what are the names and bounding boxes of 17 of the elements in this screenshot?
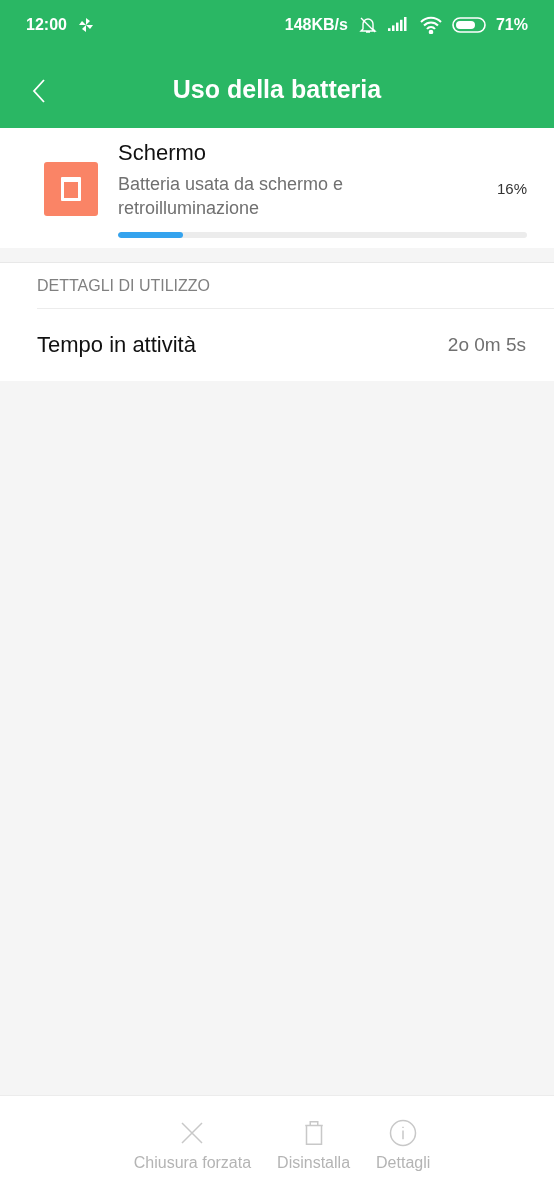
section-header: DETTAGLI DI UTILIZZO <box>37 263 554 309</box>
battery-percent: 71% <box>495 16 528 34</box>
wifi-icon <box>419 16 442 34</box>
screen-app-icon <box>44 162 98 216</box>
usage-percent: 16% <box>496 180 527 199</box>
info-icon <box>388 1118 419 1148</box>
battery-icon <box>451 16 486 34</box>
signal-icon <box>387 17 410 33</box>
detail-value: 2o 0m 5s <box>447 334 526 356</box>
status-time: 12:00 <box>26 16 67 34</box>
detail-label: Tempo in attività <box>37 332 196 358</box>
pinwheel-icon <box>76 16 95 34</box>
muted-bell-icon <box>357 15 378 35</box>
screen-title: Uso della batteria <box>172 74 382 104</box>
usage-description: Batteria usata da schermo e retroilluminazione <box>118 173 345 220</box>
usage-name: Schermo <box>118 140 208 166</box>
network-speed: 148KB/s <box>284 16 348 34</box>
